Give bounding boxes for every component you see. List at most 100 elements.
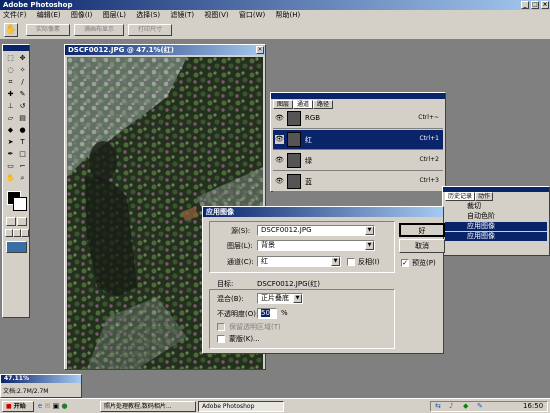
healing-brush-icon[interactable]: ✚ [5,89,16,100]
menu-view[interactable]: 视图(V) [204,11,228,19]
print-size-button[interactable]: 打印尺寸 [128,24,172,36]
menu-file[interactable]: 文件(F) [3,11,27,19]
channel-name: 红 [305,136,312,144]
eraser-tool-icon[interactable]: ▱ [5,113,16,124]
desktop-icon[interactable]: ▣ [53,402,60,410]
menu-layer[interactable]: 图层(L) [103,11,126,19]
magic-wand-icon[interactable]: ✧ [17,65,28,76]
screen-mode-3-icon[interactable] [21,229,29,237]
channel-row-rgb[interactable]: 👁 RGB Ctrl+~ [273,109,443,129]
background-color-swatch[interactable] [13,197,27,211]
menu-bar: 文件(F) 编辑(E) 图像(I) 图层(L) 选择(S) 滤镜(T) 视图(V… [0,10,550,20]
brush-tool-icon[interactable]: ✎ [17,89,28,100]
visibility-eye-icon[interactable]: 👁 [275,114,284,123]
status-window: 47.11% 文档:2.7M/2.7M [0,374,82,398]
fit-on-screen-button[interactable]: 满画布显示 [74,24,124,36]
channel-shortcut: Ctrl+~ [418,114,439,121]
task-tutorial[interactable]: 照片处理教程,数码相片... [100,401,196,412]
invert-checkbox[interactable] [347,258,355,266]
jump-to-imageready-icon[interactable] [6,241,27,253]
lasso-tool-icon[interactable]: ◌ [5,65,16,76]
opacity-label: 不透明度(O): [217,310,259,318]
shape-tool-icon[interactable]: □ [17,149,28,160]
maximize-icon[interactable]: □ [531,1,539,9]
pen-tool-icon[interactable]: ✒ [5,149,16,160]
channels-panel-tabs: 图层 通道 路径 [273,100,334,109]
antivirus-icon[interactable]: ◆ [463,402,468,411]
menu-filter[interactable]: 滤镜(T) [170,11,194,19]
tab-channels[interactable]: 通道 [293,100,314,109]
document-size: 文档:2.7M/2.7M [3,388,49,395]
ie-icon[interactable]: e [38,402,42,410]
cancel-button[interactable]: 取消 [399,239,445,253]
gradient-tool-icon[interactable]: ▤ [17,113,28,124]
screen-mode-2-icon[interactable] [13,229,21,237]
blend-select[interactable]: 正片叠底 ▼ [257,293,303,304]
clock: 16:50 [523,402,544,410]
outlook-icon[interactable]: ✉ [45,402,51,410]
screen-mode-1-icon[interactable] [5,229,13,237]
history-item[interactable]: 自动色阶 [445,212,547,221]
standard-mode-icon[interactable] [6,217,16,226]
menu-image[interactable]: 图像(I) [71,11,93,19]
blur-tool-icon[interactable]: ◆ [5,125,16,136]
mask-checkbox[interactable] [217,335,225,343]
menu-window[interactable]: 窗口(W) [239,11,265,19]
media-icon[interactable]: ● [62,402,68,410]
tab-actions[interactable]: 动作 [475,192,494,201]
eyedropper-icon[interactable]: ⌐ [17,161,28,172]
channel-row-blue[interactable]: 👁 蓝 Ctrl+3 [273,172,443,192]
source-label: 源(S): [231,227,251,235]
zoom-tool-icon[interactable]: ⌕ [17,173,28,184]
menu-help[interactable]: 帮助(H) [275,11,300,19]
notes-tool-icon[interactable]: ▭ [5,161,16,172]
slice-tool-icon[interactable]: / [17,77,28,88]
start-button[interactable]: ■ 开始 [2,401,34,412]
channel-row-green[interactable]: 👁 绿 Ctrl+2 [273,151,443,171]
visibility-eye-icon[interactable]: 👁 [275,156,284,165]
crop-tool-icon[interactable]: ⌗ [5,77,16,88]
clone-stamp-icon[interactable]: ⊥ [5,101,16,112]
source-select[interactable]: DSCF0012.JPG ▼ [257,225,375,236]
menu-select[interactable]: 选择(S) [136,11,160,19]
ok-button[interactable]: 好 [399,223,445,237]
layer-select[interactable]: 背景 ▼ [257,240,375,251]
path-select-icon[interactable]: ➤ [5,137,16,148]
marquee-tool-icon[interactable]: ⬚ [5,53,16,64]
tab-layers[interactable]: 图层 [273,100,294,109]
visibility-eye-icon[interactable]: 👁 [275,135,284,144]
network-icon[interactable]: ⇆ [435,402,441,411]
history-brush-icon[interactable]: ↺ [17,101,28,112]
move-tool-icon[interactable]: ✥ [17,53,28,64]
opacity-input[interactable]: 50 [257,308,277,319]
quick-mask-icon[interactable] [17,217,27,226]
type-tool-icon[interactable]: T [17,137,28,148]
chevron-down-icon: ▼ [331,257,340,266]
tab-history[interactable]: 历史记录 [445,192,476,201]
channel-shortcut: Ctrl+1 [419,135,439,142]
preserve-transparency-checkbox[interactable] [217,323,225,331]
history-item[interactable]: 应用图像 [445,232,547,241]
close-icon[interactable]: × [256,46,264,54]
actual-pixels-button[interactable]: 实际像素 [26,24,70,36]
dodge-tool-icon[interactable]: ● [17,125,28,136]
volume-icon[interactable]: ♪ [449,402,453,411]
hand-tool-icon[interactable]: ✋ [4,23,18,37]
source-value: DSCF0012.JPG [261,226,312,234]
toolbox: ⬚ ✥ ◌ ✧ ⌗ / ✚ ✎ ⊥ ↺ ▱ ▤ ◆ ● ➤ T ✒ □ ▭ ⌐ … [2,44,30,318]
minimize-icon[interactable]: _ [521,1,529,9]
menu-edit[interactable]: 编辑(E) [37,11,61,19]
tab-paths[interactable]: 路径 [313,100,334,109]
channel-row-red[interactable]: 👁 红 Ctrl+1 [273,130,443,150]
visibility-eye-icon[interactable]: 👁 [275,177,284,186]
history-item[interactable]: 应用图像 [445,222,547,231]
windows-logo-icon: ■ [6,403,12,410]
input-method-icon[interactable]: ✎ [477,402,483,411]
close-icon[interactable]: × [541,1,549,9]
channel-select[interactable]: 红 ▼ [257,256,341,267]
app-title: Adobe Photoshop [3,1,73,9]
hand-tool-icon[interactable]: ✋ [5,173,16,184]
history-item[interactable]: 裁切 [445,202,547,211]
task-photoshop[interactable]: Adobe Photoshop [198,401,284,412]
preview-checkbox[interactable]: ✓ [401,259,409,267]
